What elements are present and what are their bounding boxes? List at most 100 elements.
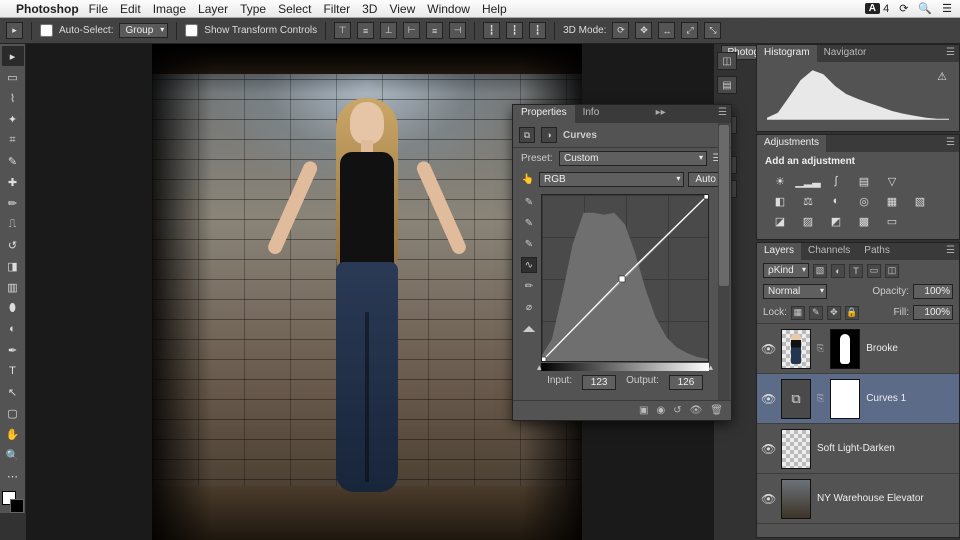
search-icon[interactable]: 🔍 bbox=[918, 2, 932, 15]
auto-select-dropdown[interactable]: Group bbox=[119, 23, 168, 38]
dock-icon-1[interactable]: ◫ bbox=[717, 52, 737, 70]
tab-properties[interactable]: Properties bbox=[513, 105, 575, 123]
visibility-toggle[interactable]: 👁 bbox=[761, 392, 775, 406]
adj-curves-icon[interactable]: ∫ bbox=[827, 173, 845, 189]
tool-type[interactable]: T bbox=[2, 361, 24, 381]
move-tool-icon[interactable]: ▸ bbox=[6, 22, 23, 39]
preset-dropdown[interactable]: Custom bbox=[559, 151, 707, 166]
adj-selective-icon[interactable]: ▩ bbox=[855, 213, 873, 229]
adj-gradient-icon[interactable]: ▭ bbox=[883, 213, 901, 229]
tool-stamp[interactable]: ⎍ bbox=[2, 214, 24, 234]
layer-name[interactable]: Curves 1 bbox=[866, 393, 955, 404]
fill-value[interactable]: 100% bbox=[913, 305, 953, 320]
layer-row[interactable]: 👁 NY Warehouse Elevator bbox=[757, 474, 959, 524]
lock-pos-icon[interactable]: ✥ bbox=[827, 306, 841, 320]
align-icon-2[interactable]: ≡ bbox=[357, 22, 374, 39]
app-name[interactable]: Photoshop bbox=[16, 2, 79, 16]
distribute-icon-1[interactable]: ┇ bbox=[483, 22, 500, 39]
properties-panel[interactable]: Properties Info ▸▸ ☰ ⧉ ◑ Curves Preset: … bbox=[512, 104, 732, 421]
prev-state-icon[interactable]: ◉ bbox=[656, 405, 665, 416]
list-icon[interactable]: ☰ bbox=[942, 2, 952, 15]
layer-filter-dropdown[interactable]: ρKind bbox=[763, 263, 809, 278]
visibility-toggle[interactable]: 👁 bbox=[761, 442, 775, 456]
layer-name[interactable]: Soft Light-Darken bbox=[817, 443, 955, 454]
filter-adj-icon[interactable]: ◐ bbox=[831, 264, 845, 278]
tool-move[interactable]: ▸ bbox=[2, 46, 24, 66]
layer-thumb[interactable] bbox=[781, 479, 811, 519]
tool-marquee[interactable]: ▭ bbox=[2, 67, 24, 87]
tab-channels[interactable]: Channels bbox=[801, 243, 857, 260]
layer-mask-thumb[interactable] bbox=[830, 329, 860, 369]
tool-pen[interactable]: ✒ bbox=[2, 340, 24, 360]
curves-graph[interactable] bbox=[541, 194, 709, 362]
adj-invert-icon[interactable]: ◪ bbox=[771, 213, 789, 229]
adj-balance-icon[interactable]: ⚖ bbox=[799, 193, 817, 209]
menu-help[interactable]: Help bbox=[482, 2, 507, 16]
align-icon-1[interactable]: ⊤ bbox=[334, 22, 351, 39]
input-value[interactable] bbox=[582, 375, 616, 390]
clip-icon[interactable]: ▣ bbox=[639, 405, 648, 416]
3d-icon-3[interactable]: ↔ bbox=[658, 22, 675, 39]
cc-badge[interactable]: A 4 bbox=[863, 3, 889, 15]
3d-icon-1[interactable]: ⟳ bbox=[612, 22, 629, 39]
distribute-icon-2[interactable]: ┇ bbox=[506, 22, 523, 39]
menu-layer[interactable]: Layer bbox=[198, 2, 228, 16]
tab-adjustments[interactable]: Adjustments bbox=[757, 135, 826, 152]
layer-row[interactable]: 👁 ⧉ ⎘ Curves 1 bbox=[757, 374, 959, 424]
layer-row[interactable]: 👁 Soft Light-Darken bbox=[757, 424, 959, 474]
adj-bw-icon[interactable]: ◐ bbox=[827, 193, 845, 209]
tool-crop[interactable]: ⌗ bbox=[2, 130, 24, 150]
adjustments-menu-icon[interactable]: ☰ bbox=[942, 135, 959, 152]
adj-mixer-icon[interactable]: ▦ bbox=[883, 193, 901, 209]
link-icon[interactable]: ⎘ bbox=[817, 393, 824, 404]
tool-path[interactable]: ↖ bbox=[2, 382, 24, 402]
menu-view[interactable]: View bbox=[389, 2, 415, 16]
tab-paths[interactable]: Paths bbox=[857, 243, 897, 260]
3d-icon-5[interactable]: ⤡ bbox=[704, 22, 721, 39]
eyedrop-white-icon[interactable]: ✎ bbox=[521, 236, 537, 252]
visibility-icon[interactable]: 👁 bbox=[690, 405, 703, 416]
reset-icon[interactable]: ↺ bbox=[673, 405, 681, 416]
mask-icon[interactable]: ◑ bbox=[541, 127, 557, 143]
adj-exposure-icon[interactable]: ▤ bbox=[855, 173, 873, 189]
eyedrop-black-icon[interactable]: ✎ bbox=[521, 194, 537, 210]
adj-vibrance-icon[interactable]: ▽ bbox=[883, 173, 901, 189]
tool-shape[interactable]: ▢ bbox=[2, 403, 24, 423]
lock-all-icon[interactable]: 🔒 bbox=[845, 306, 859, 320]
blend-mode-dropdown[interactable]: Normal bbox=[763, 284, 827, 299]
tab-info[interactable]: Info bbox=[575, 105, 608, 123]
opacity-value[interactable]: 100% bbox=[913, 284, 953, 299]
tool-history[interactable]: ↺ bbox=[2, 235, 24, 255]
adj-hue-icon[interactable]: ◧ bbox=[771, 193, 789, 209]
menu-window[interactable]: Window bbox=[427, 2, 470, 16]
properties-scrollbar[interactable] bbox=[718, 123, 730, 400]
menu-file[interactable]: File bbox=[89, 2, 108, 16]
tool-brush[interactable]: ✏ bbox=[2, 193, 24, 213]
dock-icon-2[interactable]: ▤ bbox=[717, 76, 737, 94]
tool-eyedrop[interactable]: ✎ bbox=[2, 151, 24, 171]
layer-thumb[interactable] bbox=[781, 329, 811, 369]
menu-type[interactable]: Type bbox=[240, 2, 266, 16]
curve-smooth-icon[interactable]: ⌀ bbox=[521, 299, 537, 315]
sync-icon[interactable]: ⟳ bbox=[899, 2, 908, 15]
adj-threshold-icon[interactable]: ◩ bbox=[827, 213, 845, 229]
curve-clip-icon[interactable]: ◢◣ bbox=[521, 320, 537, 336]
tool-eraser[interactable]: ◨ bbox=[2, 256, 24, 276]
tab-navigator[interactable]: Navigator bbox=[817, 45, 874, 62]
layer-mask-thumb[interactable] bbox=[830, 379, 860, 419]
layer-name[interactable]: NY Warehouse Elevator bbox=[817, 493, 955, 504]
filter-pixel-icon[interactable]: ▧ bbox=[813, 264, 827, 278]
tab-histogram[interactable]: Histogram bbox=[757, 45, 817, 62]
menu-image[interactable]: Image bbox=[153, 2, 186, 16]
trash-icon[interactable]: 🗑 bbox=[710, 405, 723, 416]
output-value[interactable] bbox=[669, 375, 703, 390]
layers-menu-icon[interactable]: ☰ bbox=[942, 243, 959, 260]
panel-menu-icon[interactable]: ☰ bbox=[714, 105, 731, 123]
menu-3d[interactable]: 3D bbox=[362, 2, 377, 16]
distribute-icon-3[interactable]: ┇ bbox=[529, 22, 546, 39]
histogram-menu-icon[interactable]: ☰ bbox=[942, 45, 959, 62]
adj-posterize-icon[interactable]: ▨ bbox=[799, 213, 817, 229]
tool-more[interactable]: ⋯ bbox=[2, 466, 24, 486]
filter-type-icon[interactable]: T bbox=[849, 264, 863, 278]
adj-brightness-icon[interactable]: ☀ bbox=[771, 173, 789, 189]
